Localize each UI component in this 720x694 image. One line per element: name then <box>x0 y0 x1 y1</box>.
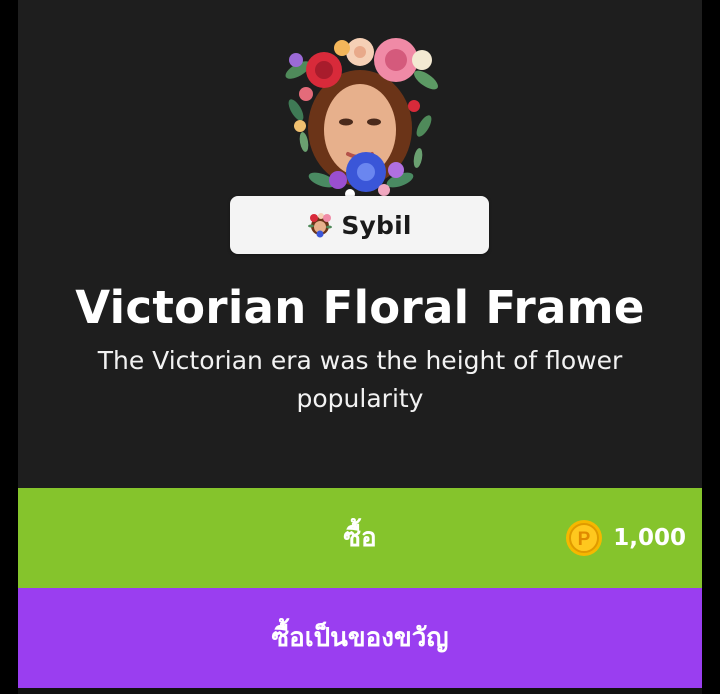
bottom-divider <box>18 688 702 694</box>
svg-text:P: P <box>578 529 591 550</box>
price-value: 1,000 <box>613 525 686 551</box>
floral-frame-avatar <box>276 30 444 200</box>
creator-chip[interactable]: Sybil <box>230 196 489 254</box>
floral-portrait-icon <box>285 38 438 199</box>
buy-button[interactable]: ซื้อ P 1,000 <box>18 488 702 588</box>
item-detail-panel: Sybil Victorian Floral Frame The Victori… <box>18 0 702 694</box>
item-title: Victorian Floral Frame <box>75 281 645 334</box>
buy-as-gift-label: ซื้อเป็นของขวัญ <box>271 623 449 653</box>
coin-p-icon: P <box>566 520 603 556</box>
creator-name: Sybil <box>341 210 412 240</box>
floral-portrait-thumbnail-icon <box>308 213 333 238</box>
buy-as-gift-button[interactable]: ซื้อเป็นของขวัญ <box>18 588 702 688</box>
price-tag: P 1,000 <box>565 518 686 558</box>
item-description: The Victorian era was the height of flow… <box>97 346 623 413</box>
